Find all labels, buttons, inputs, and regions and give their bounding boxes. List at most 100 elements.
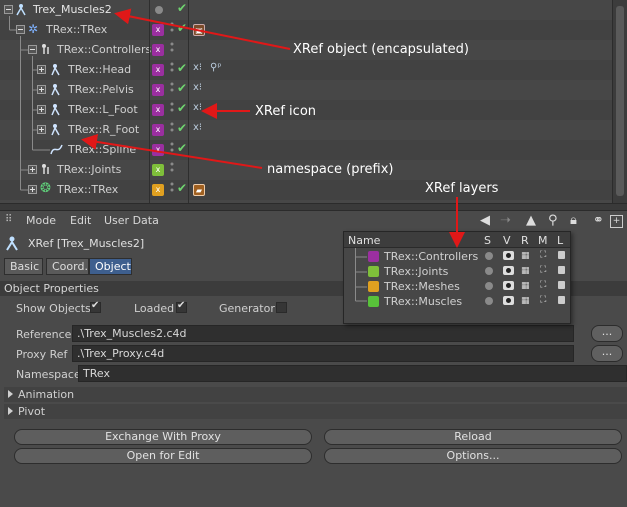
visibility-column[interactable] (170, 22, 174, 202)
layer-tag-meshes[interactable]: x (152, 184, 164, 196)
enabled-check-icon[interactable]: ✔ (177, 101, 187, 115)
panel-grip-icon[interactable]: ⠿ (5, 214, 12, 225)
layer-tag-controllers[interactable]: x (152, 24, 164, 36)
column-name[interactable]: Name (348, 234, 380, 247)
visibility-eye-icon[interactable] (503, 296, 514, 305)
expand-toggle[interactable] (37, 85, 46, 94)
column-manager[interactable]: M (538, 234, 548, 247)
lock-icon[interactable] (558, 251, 565, 259)
xref-icon: x⁝ (193, 122, 203, 133)
lock-icon[interactable]: 🔒︎ (570, 213, 577, 228)
enabled-check-icon[interactable]: ✔ (177, 121, 187, 135)
menu-edit[interactable]: Edit (70, 214, 91, 227)
column-locked[interactable]: L (557, 234, 563, 247)
search-icon[interactable]: ⚲ (548, 213, 558, 228)
layer-tag-controllers[interactable]: x (152, 64, 164, 76)
object-manager-scrollbar[interactable] (612, 0, 627, 203)
enabled-check-icon[interactable]: ✔ (177, 181, 187, 195)
enabled-check-icon[interactable]: ✔ (177, 1, 187, 15)
layer-tag-controllers[interactable]: x (152, 104, 164, 116)
render-icon[interactable]: ▦ (521, 296, 530, 306)
generator-checkbox[interactable] (276, 302, 287, 313)
tab-basic[interactable]: Basic (4, 258, 43, 275)
options-button[interactable]: Options... (324, 448, 622, 464)
layer-color-swatch[interactable] (368, 281, 379, 292)
solo-toggle[interactable] (485, 282, 493, 290)
visibility-eye-icon[interactable] (503, 281, 514, 290)
group-animation[interactable]: Animation (4, 387, 627, 402)
manager-icon[interactable]: ⛶ (540, 295, 546, 305)
solo-toggle[interactable] (485, 252, 493, 260)
collapse-toggle[interactable] (16, 25, 25, 34)
layer-row[interactable]: TRex::Muscles ▦ ⛶ (344, 294, 570, 309)
layer-tag-controllers[interactable]: x (152, 144, 164, 156)
menu-user-data[interactable]: User Data (104, 214, 159, 227)
layer-row[interactable]: TRex::Controllers ▦ ⛶ (344, 249, 570, 264)
tab-coord[interactable]: Coord. (46, 258, 89, 275)
enabled-check-icon[interactable]: ✔ (177, 21, 187, 35)
exchange-with-proxy-button[interactable]: Exchange With Proxy (14, 429, 312, 445)
lock-icon[interactable] (558, 266, 565, 274)
new-window-icon[interactable]: + (610, 215, 623, 228)
forward-arrow-icon[interactable]: ➝ (500, 213, 511, 228)
manager-icon[interactable]: ⛶ (540, 265, 546, 275)
panel-divider[interactable] (0, 203, 627, 211)
reference-field[interactable]: .\Trex_Muscles2.c4d (72, 325, 574, 342)
layer-color-swatch[interactable] (368, 266, 379, 277)
xref-icon: x⁝ (193, 62, 203, 73)
enabled-check-icon[interactable]: ✔ (177, 141, 187, 155)
visibility-eye-icon[interactable] (503, 266, 514, 275)
layer-row[interactable]: TRex::Meshes ▦ ⛶ (344, 279, 570, 294)
scrollbar-thumb[interactable] (616, 6, 624, 196)
group-pivot[interactable]: Pivot (4, 404, 627, 419)
expand-toggle[interactable] (28, 165, 37, 174)
layer-tag-controllers[interactable]: x (152, 84, 164, 96)
link-icon[interactable]: ⚭ (593, 213, 604, 228)
layer-tag-controllers[interactable]: x (152, 44, 164, 56)
menu-mode[interactable]: Mode (26, 214, 56, 227)
open-for-edit-button[interactable]: Open for Edit (14, 448, 312, 464)
render-icon[interactable]: ▦ (521, 251, 530, 261)
layer-row[interactable]: TRex::Joints ▦ ⛶ (344, 264, 570, 279)
expand-toggle[interactable] (4, 5, 13, 14)
reload-button[interactable]: Reload (324, 429, 622, 445)
column-render[interactable]: R (521, 234, 529, 247)
render-icon[interactable]: ▦ (521, 266, 530, 276)
proxy-browse-button[interactable]: ... (591, 345, 623, 362)
render-icon[interactable]: ▦ (521, 281, 530, 291)
proxy-ref-field[interactable]: .\Trex_Proxy.c4d (72, 345, 574, 362)
lock-icon[interactable] (558, 296, 565, 304)
expand-toggle[interactable] (28, 185, 37, 194)
solo-toggle[interactable] (485, 297, 493, 305)
solo-toggle[interactable] (485, 267, 493, 275)
expand-toggle[interactable] (37, 125, 46, 134)
layer-color-swatch[interactable] (368, 251, 379, 262)
enabled-check-icon[interactable]: ✔ (177, 81, 187, 95)
column-divider (188, 0, 189, 203)
column-solo[interactable]: S (484, 234, 491, 247)
expand-toggle[interactable] (37, 65, 46, 74)
loaded-checkbox[interactable] (176, 300, 187, 313)
manager-icon[interactable]: ⛶ (540, 250, 546, 260)
annotation-xref-layers: XRef layers (425, 181, 499, 196)
up-arrow-icon[interactable]: ▲ (526, 213, 536, 228)
layer-tag-joints[interactable]: x (152, 164, 164, 176)
manager-icon[interactable]: ⛶ (540, 280, 546, 290)
tab-object[interactable]: Object (89, 258, 132, 275)
namespace-field[interactable]: TRex (78, 365, 627, 382)
layer-color-swatch[interactable] (368, 296, 379, 307)
back-arrow-icon[interactable]: ◀ (480, 213, 490, 228)
expand-toggle[interactable] (37, 105, 46, 114)
layer-dot[interactable] (155, 6, 163, 14)
reference-browse-button[interactable]: ... (591, 325, 623, 342)
collapse-toggle[interactable] (28, 45, 37, 54)
enabled-check-icon[interactable]: ✔ (177, 61, 187, 75)
visibility-dots[interactable] (170, 3, 174, 17)
lock-icon[interactable] (558, 281, 565, 289)
xref-icon: x⁝ (193, 82, 203, 93)
visibility-eye-icon[interactable] (503, 251, 514, 260)
show-objects-checkbox[interactable] (90, 300, 101, 313)
layer-tag-controllers[interactable]: x (152, 124, 164, 136)
show-objects-label: Show Objects (16, 302, 91, 315)
column-visible[interactable]: V (503, 234, 511, 247)
